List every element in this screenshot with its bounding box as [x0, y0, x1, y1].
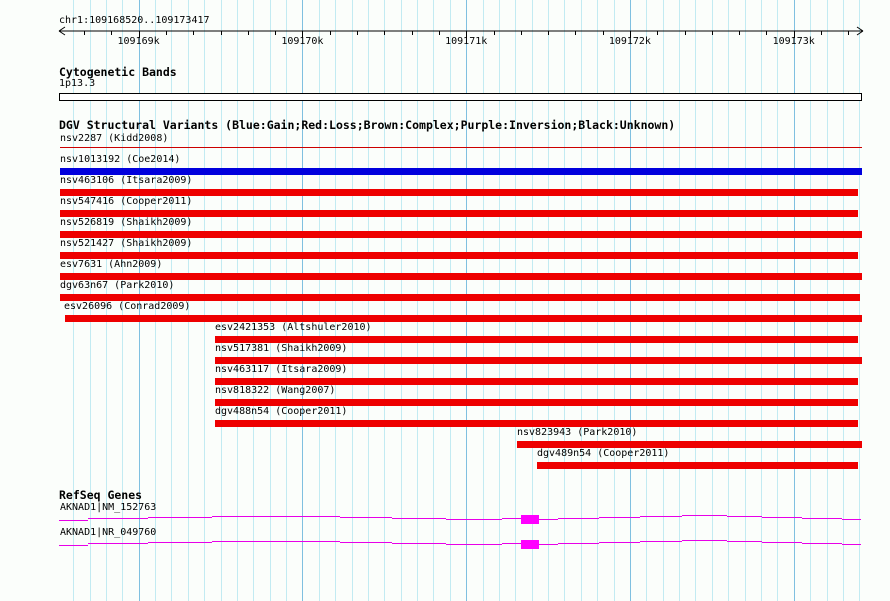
- gene-intron-line[interactable]: [842, 544, 861, 545]
- gene-intron-line[interactable]: [88, 543, 148, 544]
- gene-intron-line[interactable]: [446, 519, 502, 520]
- gene-intron-line[interactable]: [392, 518, 446, 519]
- gene-intron-line[interactable]: [59, 520, 88, 521]
- refseq-track-layer: AKNAD1|NM_152763 AKNAD1|NR_049760: [0, 0, 890, 601]
- gene-intron-line[interactable]: [727, 541, 762, 542]
- gene-intron-line[interactable]: [212, 516, 340, 517]
- gene-intron-line[interactable]: [558, 518, 599, 519]
- gene-intron-line[interactable]: [842, 519, 861, 520]
- gene-intron-line[interactable]: [502, 518, 521, 519]
- gene-intron-line[interactable]: [502, 543, 521, 544]
- gene-intron-line[interactable]: [640, 541, 682, 542]
- gene-intron-line[interactable]: [340, 542, 392, 543]
- gene-intron-line[interactable]: [762, 542, 802, 543]
- gene-intron-line[interactable]: [558, 543, 599, 544]
- gene-intron-line[interactable]: [148, 517, 212, 518]
- gene-intron-line[interactable]: [340, 517, 392, 518]
- gene-intron-line[interactable]: [539, 544, 558, 545]
- gene-intron-line[interactable]: [802, 543, 842, 544]
- gene-intron-line[interactable]: [539, 519, 558, 520]
- gene-intron-line[interactable]: [802, 518, 842, 519]
- gene-intron-line[interactable]: [640, 516, 682, 517]
- gene-label: AKNAD1|NR_049760: [60, 528, 156, 538]
- gene-intron-line[interactable]: [727, 516, 762, 517]
- gene-intron-line[interactable]: [212, 541, 340, 542]
- gene-intron-line[interactable]: [599, 542, 640, 543]
- gene-exon-box[interactable]: [521, 540, 539, 549]
- gene-intron-line[interactable]: [762, 517, 802, 518]
- gene-exon-box[interactable]: [521, 515, 539, 524]
- gene-label: AKNAD1|NM_152763: [60, 503, 156, 513]
- gene-intron-line[interactable]: [88, 518, 148, 519]
- gene-intron-line[interactable]: [59, 545, 88, 546]
- gene-intron-line[interactable]: [682, 515, 727, 516]
- genome-view: 109169k109170k109171k109172k109173k chr1…: [0, 0, 890, 601]
- gene-intron-line[interactable]: [682, 540, 727, 541]
- gene-intron-line[interactable]: [148, 542, 212, 543]
- gene-intron-line[interactable]: [392, 543, 446, 544]
- gene-intron-line[interactable]: [446, 544, 502, 545]
- gene-intron-line[interactable]: [599, 517, 640, 518]
